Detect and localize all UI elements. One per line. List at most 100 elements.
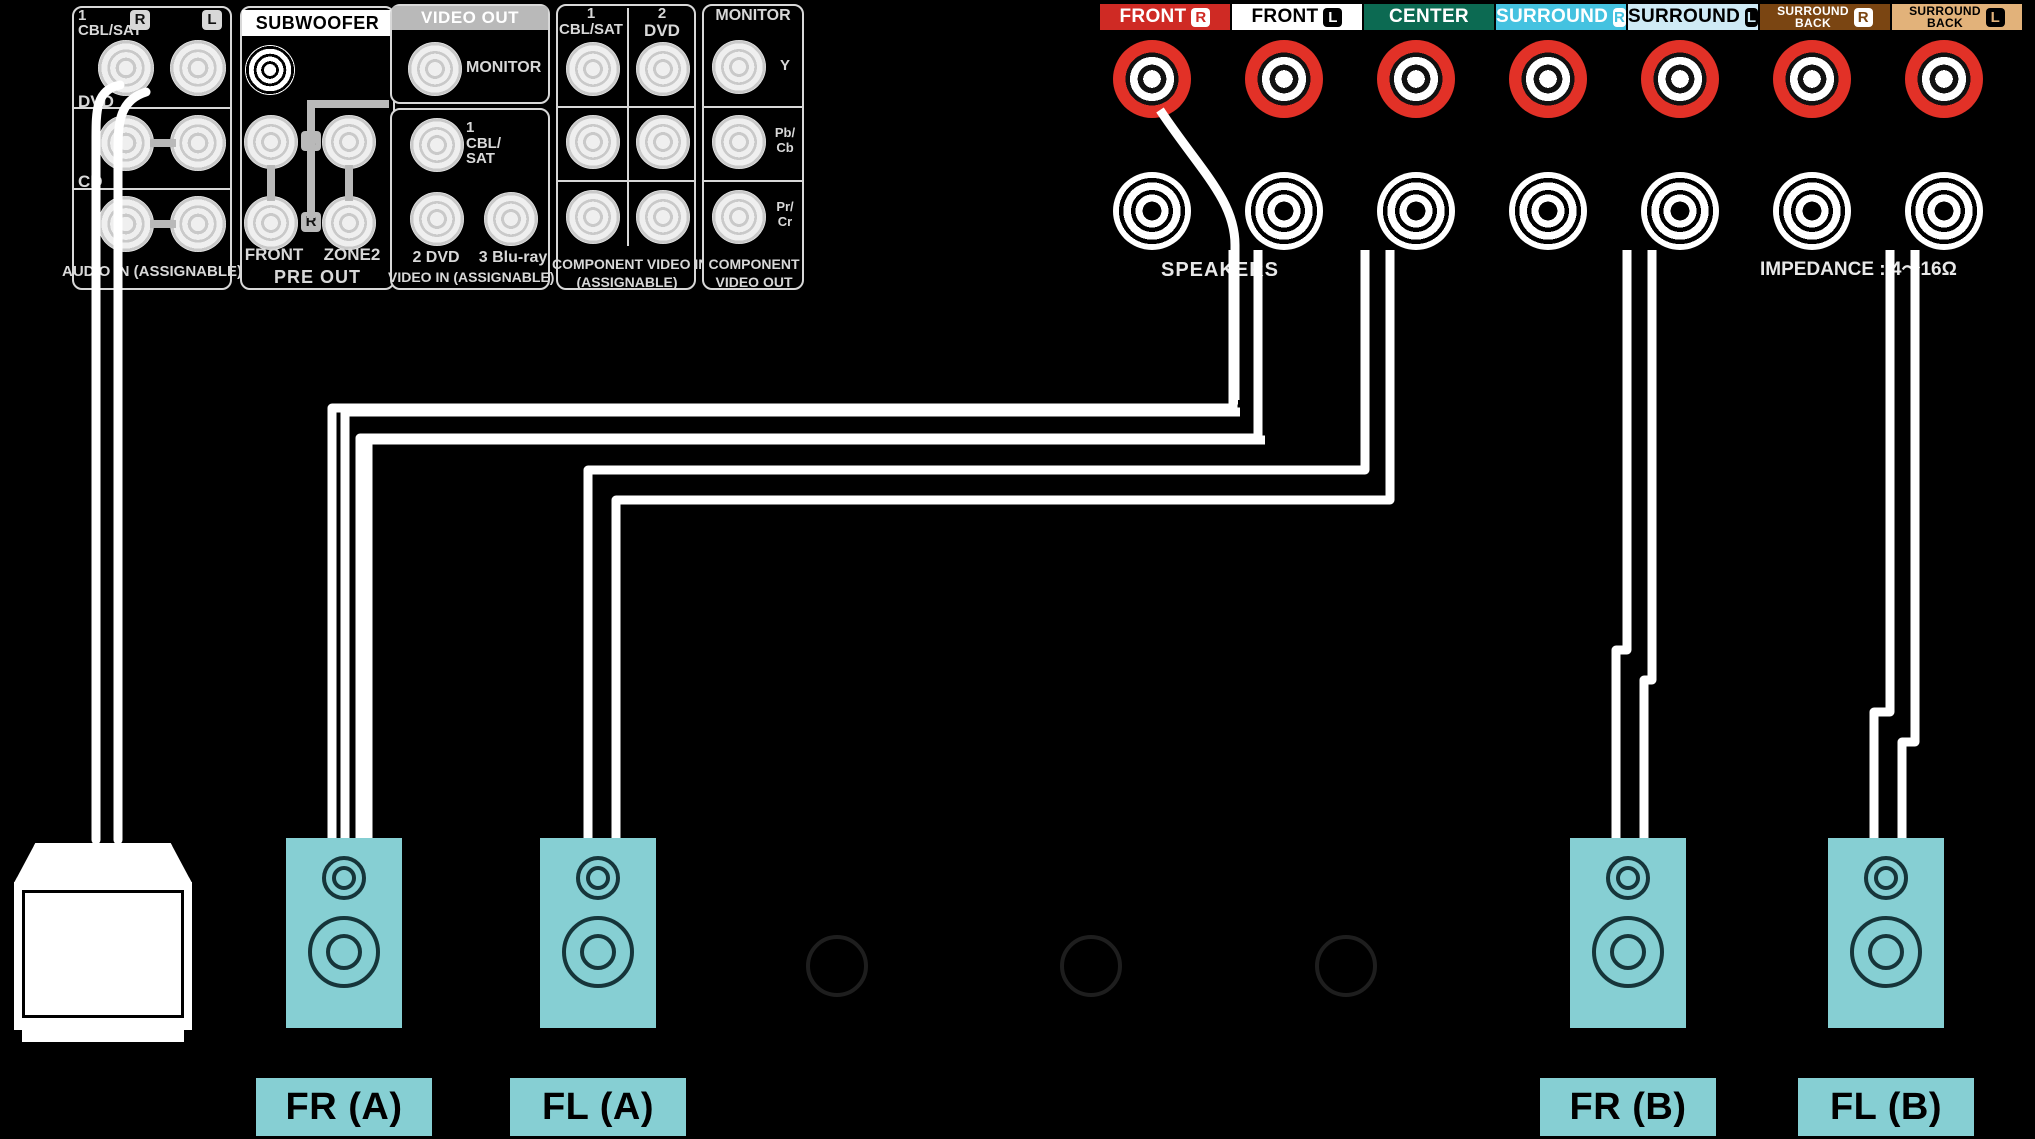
comp-in-col-divider [627, 8, 629, 246]
speaker-woofer-inner [580, 934, 616, 970]
binding-post-positive-front-r[interactable] [1113, 40, 1191, 118]
ghost-speaker-1 [806, 935, 868, 997]
speaker-cable [1897, 250, 1920, 838]
speaker-tag-fl-a: FL (A) [510, 1078, 686, 1136]
subwoofer-header: SUBWOOFER [242, 10, 393, 36]
comp-in-1-pb-jack[interactable] [566, 115, 620, 169]
pre-out-bus-top [307, 100, 389, 108]
speaker-tweeter-inner [332, 866, 356, 890]
comp-out-group-label: COMPONENT VIDEO OUT [708, 256, 800, 290]
comp-out-y-jack[interactable] [712, 40, 766, 94]
speaker-tag-fr-a: FR (A) [256, 1078, 432, 1136]
speaker-label-text: SURROUND BACK [1909, 4, 1981, 30]
comp-out-pr-label: Pr/ Cr [776, 199, 794, 229]
video-in-1-name: CBL/ SAT [466, 135, 501, 167]
subwoofer-base [22, 1030, 184, 1042]
audio-in-cd-l-jack[interactable] [170, 196, 226, 252]
comp-out-pb-jack[interactable] [712, 115, 766, 169]
comp-in-2-pr-jack[interactable] [636, 190, 690, 244]
comp-in-group-label: COMPONENT VIDEO IN (ASSIGNABLE) [552, 256, 708, 290]
binding-post-positive-center[interactable] [1377, 40, 1455, 118]
binding-post-negative-front-l[interactable] [1245, 172, 1323, 250]
comp-out-pr-jack[interactable] [712, 190, 766, 244]
binding-post-negative-front-r[interactable] [1113, 172, 1191, 250]
binding-post-negative-surround-back-l[interactable] [1905, 172, 1983, 250]
comp-in-1-num: 1 [586, 5, 596, 22]
speaker-tweeter-inner [1874, 866, 1898, 890]
audio-in-dvd-link [150, 139, 176, 147]
speaker-label-text: FRONT [1251, 6, 1319, 27]
binding-post-positive-surround-l[interactable] [1641, 40, 1719, 118]
speaker-side-badge: R [1191, 7, 1211, 27]
speaker-label-text: FRONT [1119, 6, 1187, 27]
speaker-label-front-l: FRONT L [1232, 4, 1362, 30]
comp-in-2-name: DVD [644, 21, 680, 40]
video-in-2-jack[interactable] [410, 192, 464, 246]
binding-post-positive-front-l[interactable] [1245, 40, 1323, 118]
video-in-3-jack[interactable] [484, 192, 538, 246]
binding-post-negative-surround-back-r[interactable] [1773, 172, 1851, 250]
speaker-side-badge: L [1745, 7, 1758, 27]
video-out-header: VIDEO OUT [392, 6, 548, 30]
video-out-monitor-label: MONITOR [466, 59, 542, 76]
comp-out-monitor-label: MONITOR [715, 7, 791, 24]
video-in-1-num: 1 [466, 119, 475, 136]
ghost-speaker-2 [1060, 935, 1122, 997]
video-in-1-jack[interactable] [410, 118, 464, 172]
speaker-label-text: SURROUND [1496, 6, 1609, 27]
audio-in-cd-r-jack[interactable] [98, 196, 154, 252]
pre-out-zone2-l-jack[interactable] [322, 115, 376, 169]
audio-in-1-l-jack[interactable] [170, 40, 226, 96]
comp-in-1-pr-jack[interactable] [566, 190, 620, 244]
comp-in-row-divider-2 [558, 180, 694, 182]
binding-post-negative-center[interactable] [1377, 172, 1455, 250]
diagram-canvas: 1 CBL/SAT R L DVD CD AUDIO IN (ASSIGNABL… [0, 0, 2035, 1139]
pre-out-link-front [267, 165, 275, 201]
comp-out-row-divider-2 [704, 180, 802, 182]
audio-in-dvd-r-jack[interactable] [98, 115, 154, 171]
comp-in-2-num: 2 [657, 5, 667, 22]
ghost-speaker-3 [1315, 935, 1377, 997]
speaker-cable [327, 250, 1238, 838]
comp-in-1-y-jack[interactable] [566, 42, 620, 96]
speaker-cable [355, 250, 1263, 838]
video-in-group-label: VIDEO IN (ASSIGNABLE) [388, 269, 555, 285]
audio-in-1-r-jack[interactable] [98, 40, 154, 96]
audio-in-divider-1 [74, 107, 230, 109]
binding-post-positive-surround-r[interactable] [1509, 40, 1587, 118]
binding-post-negative-surround-r[interactable] [1509, 172, 1587, 250]
speaker-label-text: CENTER [1389, 6, 1469, 27]
impedance-label: IMPEDANCE : 4～16Ω [1760, 259, 1957, 280]
speaker-side-badge: R [1613, 7, 1626, 27]
speaker-woofer-inner [1610, 934, 1646, 970]
pre-out-front-r-jack[interactable] [244, 196, 298, 250]
speaker-cable [1639, 250, 1657, 838]
subwoofer-driver [22, 890, 184, 1018]
comp-in-2-pb-jack[interactable] [636, 115, 690, 169]
subwoofer-jack[interactable] [245, 45, 295, 95]
pre-out-bus-line [307, 100, 315, 218]
speaker-tweeter-inner [586, 866, 610, 890]
pre-out-zone2-r-jack[interactable] [322, 196, 376, 250]
speaker-label-text: SURROUND [1628, 6, 1741, 27]
pre-out-group-label: PRE OUT [273, 267, 361, 287]
pre-out-zone2-label: ZONE2 [323, 245, 381, 264]
comp-out-row-divider-1 [704, 106, 802, 108]
video-in-2-label: 2 DVD [412, 249, 460, 266]
audio-in-dvd-l-jack[interactable] [170, 115, 226, 171]
video-out-monitor-jack[interactable] [408, 42, 462, 96]
comp-out-pb-label: Pb/ Cb [774, 125, 796, 155]
binding-post-negative-surround-l[interactable] [1641, 172, 1719, 250]
speaker-label-surround-r: SURROUND R [1496, 4, 1626, 30]
pre-out-front-l-jack[interactable] [244, 115, 298, 169]
speaker-label-surround-back-l: SURROUND BACK L [1892, 4, 2022, 30]
speaker-tweeter-inner [1616, 866, 1640, 890]
speaker-tag-fl-b: FL (B) [1798, 1078, 1974, 1136]
speaker-cable [583, 250, 1370, 838]
comp-in-2-y-jack[interactable] [636, 42, 690, 96]
binding-post-positive-surround-back-l[interactable] [1905, 40, 1983, 118]
speaker-label-front-r: FRONT R [1100, 4, 1230, 30]
binding-post-positive-surround-back-r[interactable] [1773, 40, 1851, 118]
speaker-side-badge: R [1853, 7, 1873, 27]
speaker-cable [1869, 250, 1895, 838]
